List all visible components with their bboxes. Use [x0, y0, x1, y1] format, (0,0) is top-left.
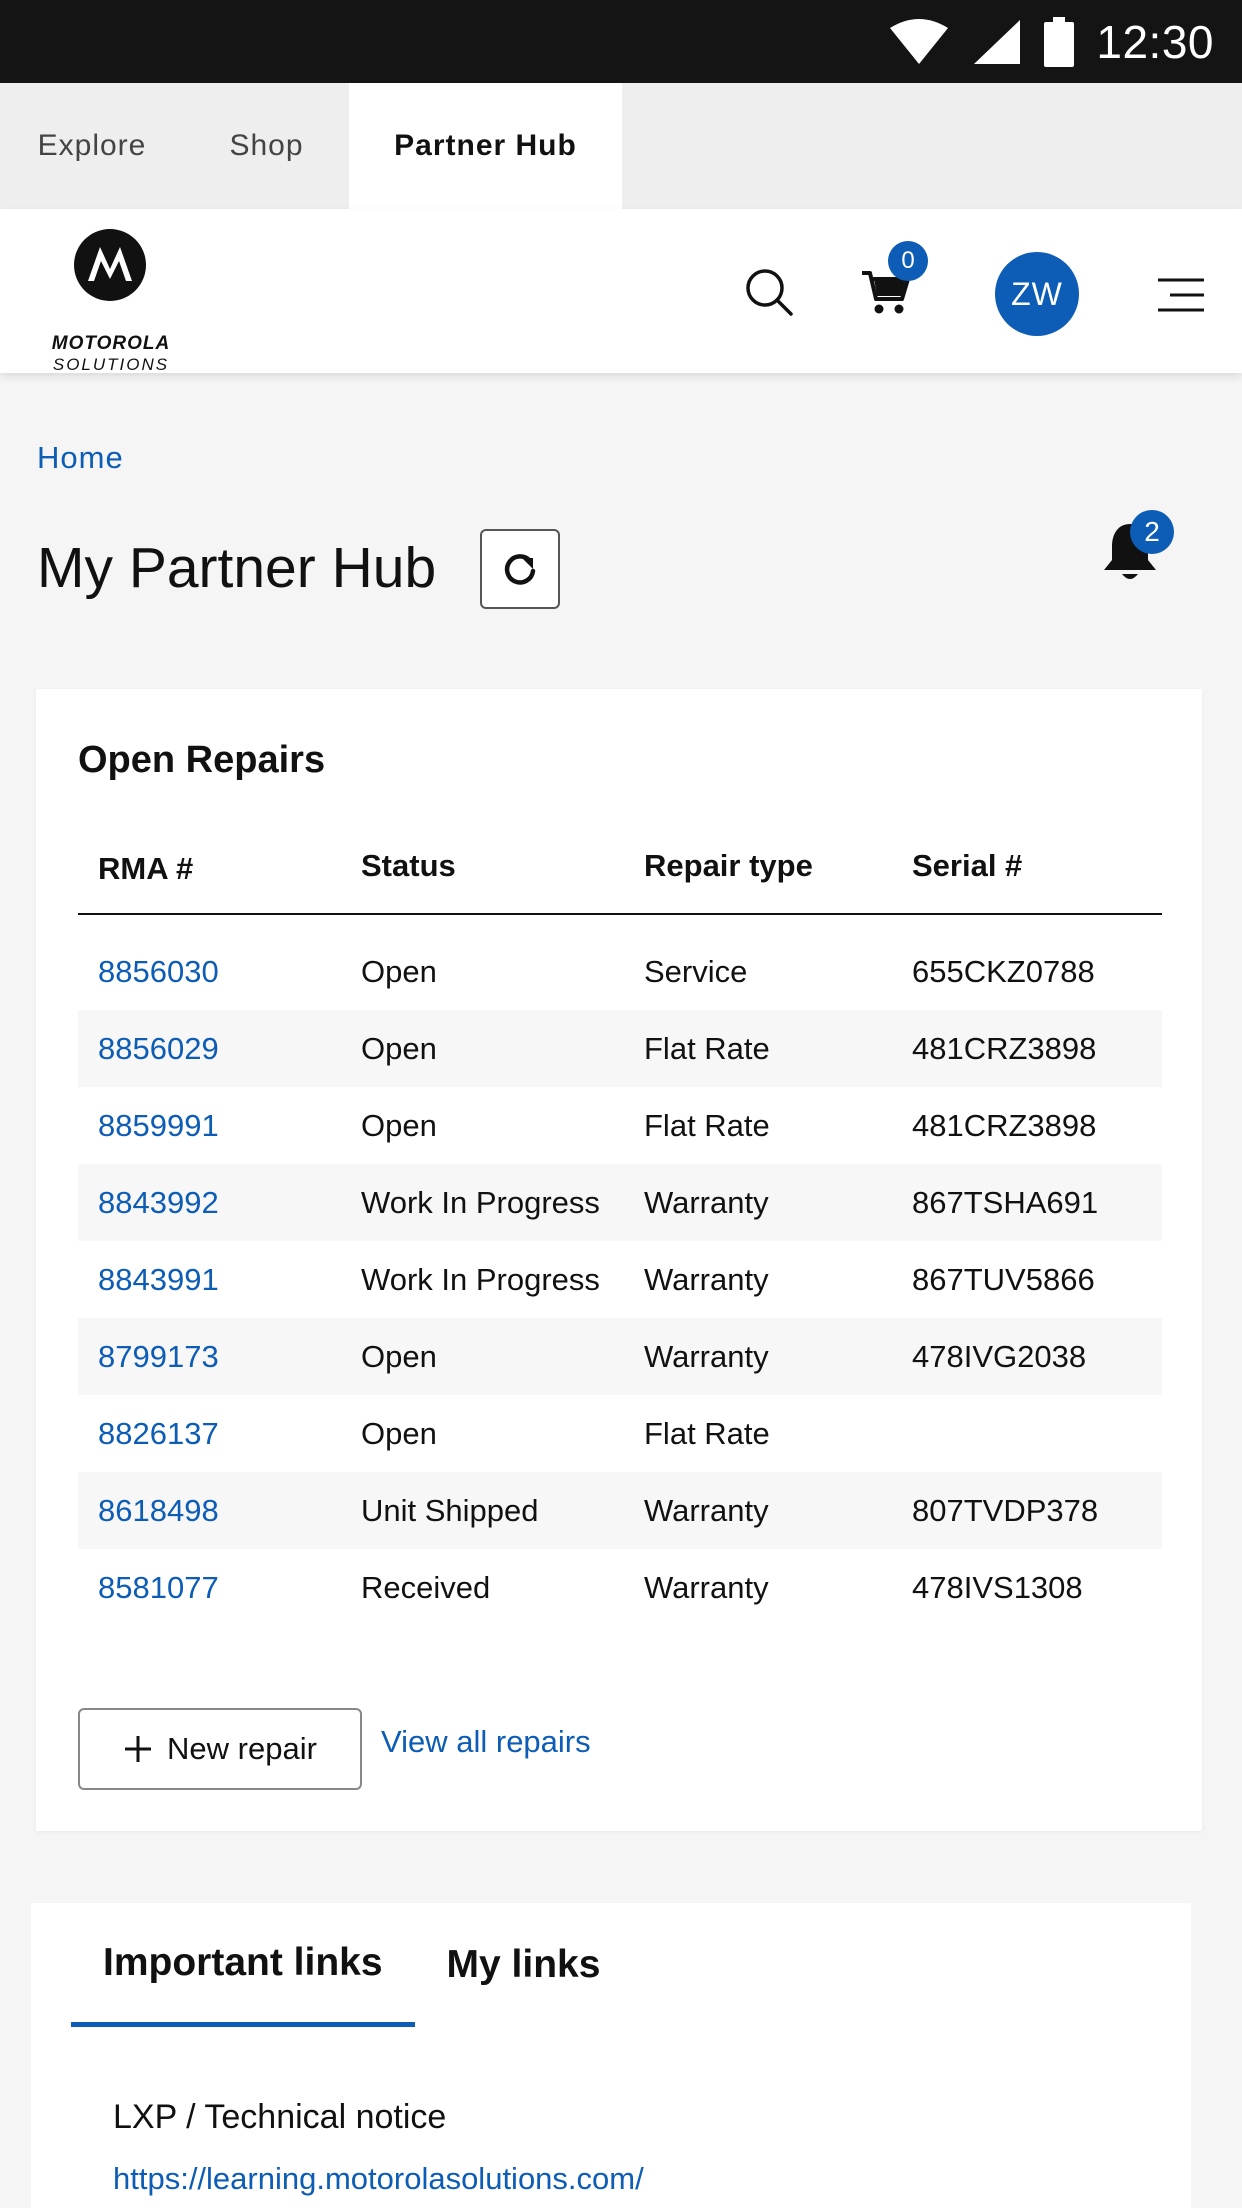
- refresh-button[interactable]: [480, 529, 560, 609]
- repair-type-cell: Flat Rate: [644, 1415, 770, 1451]
- table-row: 8843991 Work In Progress Warranty 867TUV…: [78, 1241, 1162, 1318]
- serial-cell: 655CKZ0788: [912, 953, 1095, 989]
- link-item-title: LXP / Technical notice: [113, 2098, 447, 2136]
- tab-partner-hub[interactable]: Partner Hub: [349, 83, 622, 209]
- logo-text-motorola: MOTOROLA: [51, 333, 171, 354]
- repair-type-cell: Warranty: [644, 1338, 769, 1374]
- open-repairs-card: Open Repairs RMA # Status Repair type Se…: [36, 689, 1202, 1831]
- serial-cell: 867TSHA691: [912, 1184, 1099, 1220]
- motorola-m-icon: [74, 229, 146, 301]
- tab-important-links[interactable]: Important links: [71, 1903, 415, 2027]
- links-tabs: Important links My links: [71, 1903, 632, 2027]
- status-cell: Open: [361, 1415, 437, 1451]
- serial-cell: 478IVS1308: [912, 1569, 1083, 1605]
- serial-cell: 867TUV5866: [912, 1261, 1095, 1297]
- repair-type-cell: Flat Rate: [644, 1030, 770, 1066]
- table-row: 8856029 Open Flat Rate 481CRZ3898: [78, 1010, 1162, 1087]
- refresh-icon: [504, 554, 536, 585]
- page-title: My Partner Hub: [37, 536, 437, 600]
- tab-my-links[interactable]: My links: [415, 1903, 633, 2027]
- serial-cell: 478IVG2038: [912, 1338, 1087, 1374]
- rma-link[interactable]: 8799173: [78, 1339, 361, 1375]
- repair-type-cell: Warranty: [644, 1569, 769, 1605]
- serial-cell: 481CRZ3898: [912, 1107, 1097, 1143]
- clock: 12:30: [1096, 15, 1214, 68]
- open-repairs-title: Open Repairs: [78, 739, 326, 781]
- column-header-serial: Serial #: [912, 848, 1023, 883]
- table-header: RMA # Status Repair type Serial #: [78, 819, 1162, 915]
- search-icon[interactable]: [744, 267, 794, 317]
- links-card: Important links My links LXP / Technical…: [31, 1903, 1191, 2208]
- view-all-repairs-link[interactable]: View all repairs: [381, 1724, 591, 1760]
- breadcrumb-home[interactable]: Home: [37, 440, 124, 476]
- motorola-logo[interactable]: MOTOROLA SOLUTIONS: [36, 229, 186, 374]
- column-header-repair-type: Repair type: [644, 848, 813, 883]
- table-row: 8581077 Received Warranty 478IVS1308: [78, 1549, 1162, 1626]
- table-row: 8856030 Open Service 655CKZ0788: [78, 933, 1162, 1010]
- status-cell: Work In Progress: [361, 1261, 600, 1297]
- wifi-icon: [890, 18, 949, 64]
- rma-link[interactable]: 8826137: [78, 1416, 361, 1452]
- user-avatar[interactable]: ZW: [995, 252, 1079, 336]
- hamburger-menu-icon[interactable]: [1156, 277, 1206, 313]
- plus-icon: [125, 1736, 152, 1762]
- tab-shop[interactable]: Shop: [184, 83, 349, 209]
- cart-count-badge: 0: [888, 241, 928, 281]
- new-repair-label: New repair: [167, 1731, 317, 1766]
- table-row: 8859991 Open Flat Rate 481CRZ3898: [78, 1087, 1162, 1164]
- rma-link[interactable]: 8856029: [78, 1031, 361, 1067]
- repair-type-cell: Warranty: [644, 1261, 769, 1297]
- status-cell: Open: [361, 953, 437, 989]
- repairs-table: RMA # Status Repair type Serial # 885603…: [78, 819, 1162, 1626]
- new-repair-button[interactable]: New repair: [78, 1708, 362, 1790]
- cellular-signal-icon: [974, 19, 1021, 64]
- repair-type-cell: Warranty: [644, 1184, 769, 1220]
- status-cell: Received: [361, 1569, 491, 1605]
- battery-icon: [1044, 16, 1075, 67]
- repair-type-cell: Warranty: [644, 1492, 769, 1528]
- rma-link[interactable]: 8856030: [78, 954, 361, 990]
- top-tabs: Explore Shop Partner Hub: [0, 83, 1242, 209]
- status-cell: Work In Progress: [361, 1184, 600, 1220]
- rma-link[interactable]: 8618498: [78, 1493, 361, 1529]
- column-header-status: Status: [361, 848, 456, 883]
- rma-link[interactable]: 8843992: [78, 1185, 361, 1221]
- site-header: MOTOROLA SOLUTIONS 0 ZW: [0, 209, 1242, 374]
- column-header-rma: RMA #: [98, 851, 194, 886]
- status-cell: Open: [361, 1338, 437, 1374]
- rma-link[interactable]: 8581077: [78, 1570, 361, 1606]
- serial-cell: 807TVDP378: [912, 1492, 1099, 1528]
- table-row: 8618498 Unit Shipped Warranty 807TVDP378: [78, 1472, 1162, 1549]
- repair-type-cell: Flat Rate: [644, 1107, 770, 1143]
- table-row: 8799173 Open Warranty 478IVG2038: [78, 1318, 1162, 1395]
- serial-cell: 481CRZ3898: [912, 1030, 1097, 1066]
- rma-link[interactable]: 8843991: [78, 1262, 361, 1298]
- table-row: 8843992 Work In Progress Warranty 867TSH…: [78, 1164, 1162, 1241]
- table-row: 8826137 Open Flat Rate: [78, 1395, 1162, 1472]
- status-cell: Open: [361, 1107, 437, 1143]
- rma-link[interactable]: 8859991: [78, 1108, 361, 1144]
- status-cell: Open: [361, 1030, 437, 1066]
- link-item-url[interactable]: https://learning.motorolasolutions.com/: [113, 2161, 644, 2197]
- status-cell: Unit Shipped: [361, 1492, 539, 1528]
- notifications-count-badge: 2: [1130, 510, 1174, 554]
- logo-text-solutions: SOLUTIONS: [52, 355, 170, 374]
- tab-explore[interactable]: Explore: [0, 83, 184, 209]
- repair-type-cell: Service: [644, 953, 748, 989]
- status-bar: 12:30: [0, 0, 1242, 83]
